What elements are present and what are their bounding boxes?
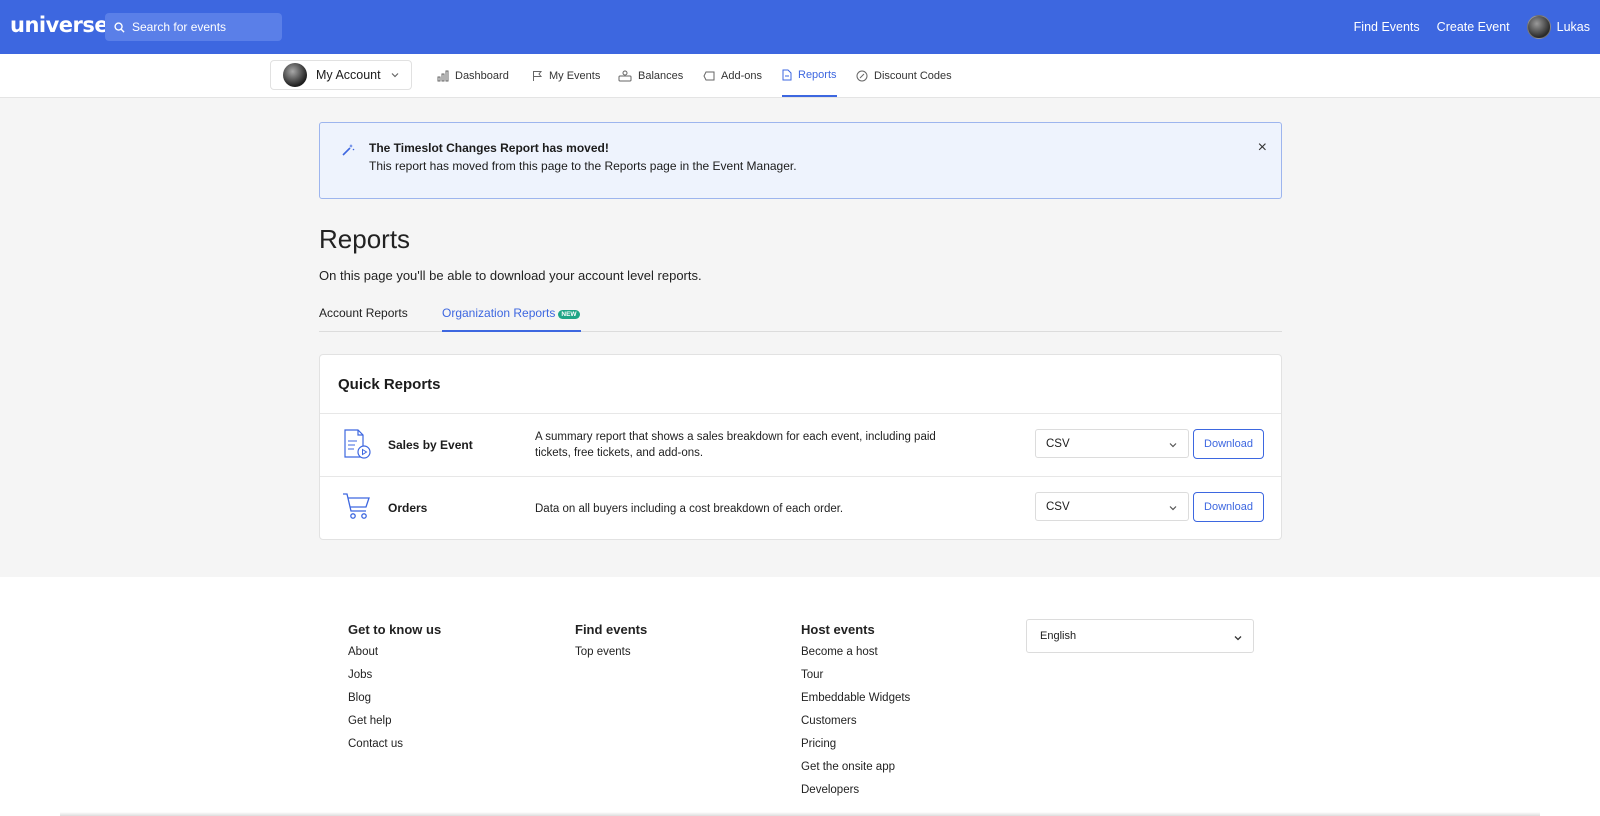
search-placeholder: Search for events: [132, 20, 227, 34]
report-name: Sales by Event: [388, 438, 473, 452]
footer-heading: Find events: [575, 622, 648, 637]
nav-label: My Events: [549, 69, 601, 82]
nav-label: Reports: [798, 68, 837, 81]
nav-dashboard[interactable]: Dashboard: [437, 54, 509, 97]
find-events-link[interactable]: Find Events: [1354, 20, 1420, 34]
banner-title: The Timeslot Changes Report has moved!: [369, 141, 609, 155]
tag-icon: [703, 71, 715, 80]
chevron-down-icon: [391, 73, 399, 78]
avatar: [1526, 15, 1551, 39]
format-value: CSV: [1046, 500, 1070, 513]
footer-link-developers[interactable]: Developers: [801, 783, 910, 806]
format-value: CSV: [1046, 437, 1070, 450]
nav-label: Add-ons: [721, 69, 762, 82]
nav-add-ons[interactable]: Add-ons: [703, 54, 762, 97]
report-description: A summary report that shows a sales brea…: [535, 431, 936, 459]
account-label: My Account: [316, 68, 381, 82]
footer-link-top-events[interactable]: Top events: [575, 645, 647, 668]
user-name: Lukas: [1556, 20, 1590, 34]
report-document-icon: [344, 429, 371, 459]
close-icon[interactable]: ×: [1258, 139, 1267, 157]
tab-organization-reports[interactable]: Organization Reports NEW: [442, 306, 581, 332]
page-subtitle: On this page you'll be able to download …: [319, 268, 702, 283]
chevron-down-icon: [1169, 506, 1177, 511]
chevron-down-icon: [1234, 636, 1242, 641]
report-row-orders: Orders Data on all buyers including a co…: [320, 476, 1281, 539]
chevron-down-icon: [1169, 443, 1177, 448]
footer-link-customers[interactable]: Customers: [801, 714, 910, 737]
nav-discount-codes[interactable]: Discount Codes: [856, 54, 952, 97]
nav-my-events[interactable]: My Events: [532, 54, 600, 97]
footer-link-blog[interactable]: Blog: [348, 691, 441, 714]
footer: Get to know us About Jobs Blog Get help …: [0, 577, 1600, 816]
magic-wand-icon: [342, 144, 355, 156]
footer-link-about[interactable]: About: [348, 645, 441, 668]
search-icon: [114, 21, 125, 33]
footer-link-get-help[interactable]: Get help: [348, 714, 441, 737]
nav-label: Discount Codes: [874, 69, 952, 82]
universe-logo[interactable]: universe: [10, 13, 109, 37]
footer-link-contact-us[interactable]: Contact us: [348, 737, 441, 760]
document-icon: [782, 69, 792, 80]
language-value: English: [1040, 630, 1077, 642]
footer-heading: Host events: [801, 622, 875, 637]
footer-column-find-events: Find events Top events: [575, 622, 647, 668]
top-bar: universe Search for events Find Events C…: [0, 0, 1600, 54]
new-badge: NEW: [558, 310, 580, 319]
tab-account-reports[interactable]: Account Reports: [319, 306, 408, 332]
create-event-link[interactable]: Create Event: [1437, 20, 1510, 34]
sub-navigation: My Account Dashboard My Events Balances …: [0, 54, 1600, 98]
cart-icon: [343, 493, 370, 519]
footer-link-tour[interactable]: Tour: [801, 668, 910, 691]
footer-link-pricing[interactable]: Pricing: [801, 737, 910, 760]
footer-link-embeddable-widgets[interactable]: Embeddable Widgets: [801, 691, 910, 714]
report-tabs: Account Reports Organization Reports NEW: [319, 300, 1282, 332]
footer-column-know-us: Get to know us About Jobs Blog Get help …: [348, 622, 441, 760]
account-dropdown[interactable]: My Account: [270, 60, 412, 90]
footer-heading: Get to know us: [348, 622, 442, 637]
banner-text: This report has moved from this page to …: [369, 159, 797, 173]
quick-reports-card: Quick Reports Sales by Event A summary r…: [319, 354, 1282, 540]
nav-reports[interactable]: Reports: [782, 54, 837, 97]
tab-label: Organization Reports: [442, 306, 556, 320]
language-select[interactable]: English: [1026, 619, 1254, 653]
nav-balances[interactable]: Balances: [618, 54, 683, 97]
report-name: Orders: [388, 501, 428, 515]
footer-link-become-a-host[interactable]: Become a host: [801, 645, 910, 668]
discount-icon: [856, 70, 868, 81]
money-hand-icon: [618, 70, 632, 81]
page-title: Reports: [319, 224, 411, 254]
download-button[interactable]: Download: [1193, 429, 1264, 459]
bar-chart-icon: [437, 70, 449, 81]
flag-icon: [533, 70, 543, 81]
top-links: Find Events Create Event Lukas: [1354, 0, 1600, 54]
nav-label: Dashboard: [455, 69, 509, 82]
user-menu[interactable]: Lukas: [1526, 15, 1590, 39]
bottom-shadow: [60, 812, 1540, 816]
report-description: Data on all buyers including a cost brea…: [535, 503, 844, 515]
search-input[interactable]: Search for events: [105, 13, 282, 41]
footer-column-host-events: Host events Become a host Tour Embeddabl…: [801, 622, 910, 806]
footer-link-onsite-app[interactable]: Get the onsite app: [801, 760, 910, 783]
card-title: Quick Reports: [338, 376, 441, 393]
nav-label: Balances: [638, 69, 684, 82]
info-banner: The Timeslot Changes Report has moved! T…: [319, 122, 1282, 199]
download-button[interactable]: Download: [1193, 492, 1264, 522]
report-row-sales-by-event: Sales by Event A summary report that sho…: [320, 413, 1281, 476]
format-select[interactable]: CSV: [1035, 492, 1189, 521]
footer-link-jobs[interactable]: Jobs: [348, 668, 441, 691]
avatar: [283, 63, 307, 87]
tab-label: Account Reports: [319, 306, 408, 320]
format-select[interactable]: CSV: [1035, 429, 1189, 458]
